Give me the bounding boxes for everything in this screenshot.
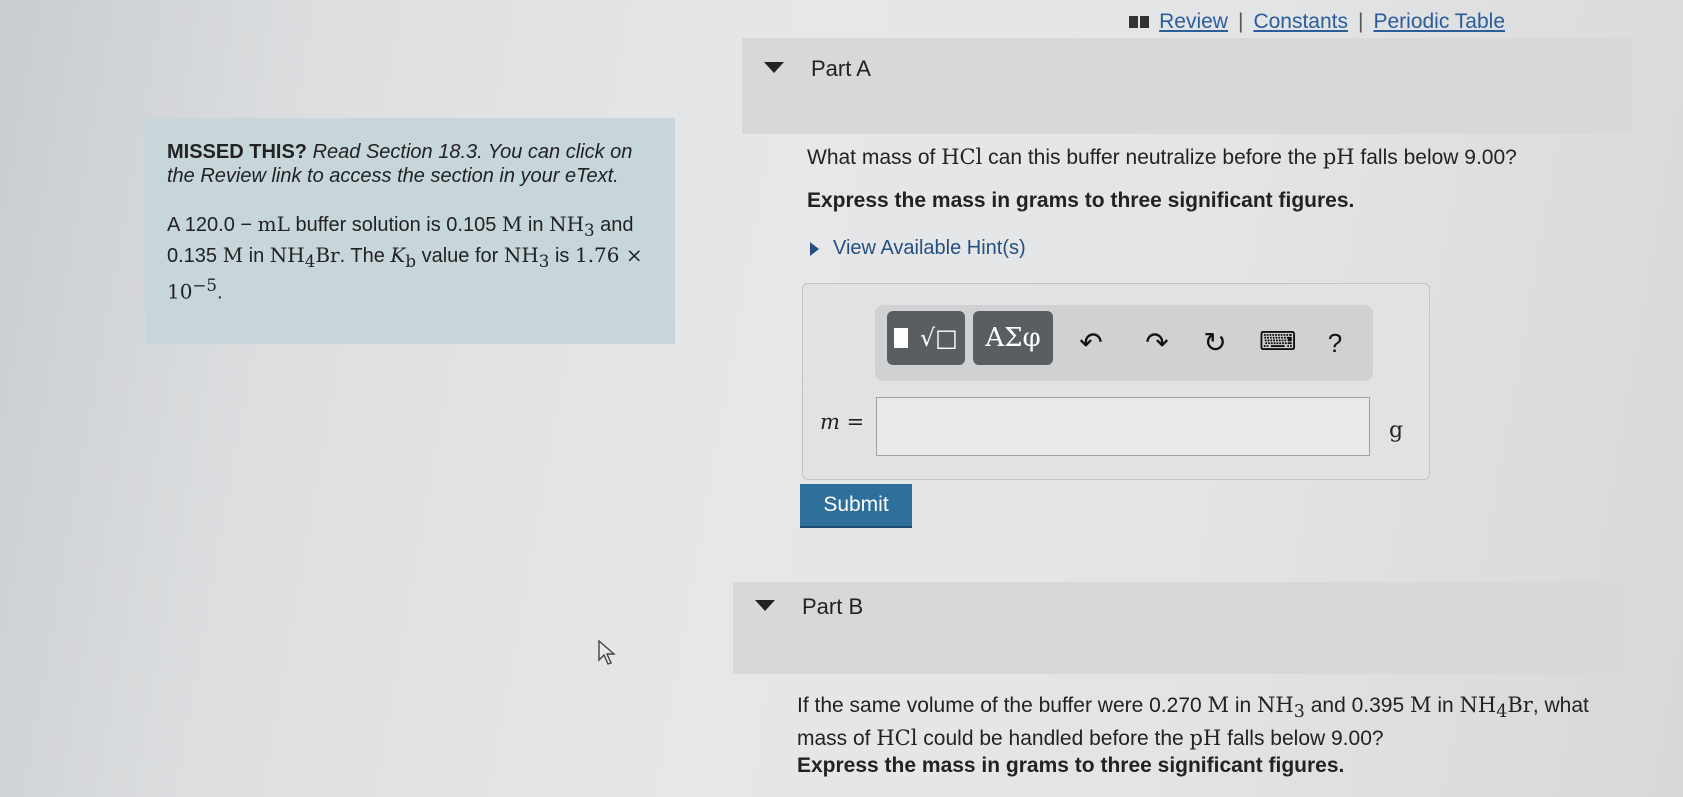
problem-info-box: MISSED THIS? Read Section 18.3. You can … [145, 118, 675, 344]
text: . The [339, 245, 391, 267]
unit-M: M [1207, 693, 1230, 717]
periodic-table-link[interactable]: Periodic Table [1373, 10, 1505, 34]
text: in [1431, 694, 1460, 717]
missed-this-note: MISSED THIS? Read Section 18.3. You can … [167, 140, 653, 188]
problem-statement: A 120.0 − mL buffer solution is 0.105 M … [167, 212, 653, 305]
text: in [243, 245, 270, 267]
formula-NH4Br: NH [1459, 693, 1497, 717]
template-box-icon [894, 328, 909, 348]
sqrt-icon: √□ [912, 324, 958, 352]
greek-symbols-button[interactable]: ΑΣφ [973, 311, 1053, 365]
answer-variable-label: m = [820, 410, 865, 434]
unit-M: M [1409, 693, 1432, 717]
view-hints-label: View Available Hint(s) [833, 237, 1026, 259]
part-a-instruction: Express the mass in grams to three signi… [807, 189, 1355, 212]
reset-icon[interactable]: ↻ [1198, 326, 1232, 359]
resource-links: Review | Constants | Periodic Table [1129, 10, 1505, 34]
text: . [217, 281, 223, 304]
text: What mass of [807, 146, 942, 169]
keyboard-icon[interactable]: ⌨ [1259, 326, 1297, 357]
view-hints-toggle[interactable]: View Available Hint(s) [810, 237, 1026, 260]
undo-icon[interactable]: ↶ [1074, 326, 1108, 359]
part-a-header[interactable] [742, 38, 1632, 134]
symbol-pH: pH [1322, 145, 1355, 169]
part-b-question: If the same volume of the buffer were 0.… [797, 692, 1627, 752]
part-a-title: Part A [811, 56, 871, 81]
text: in [522, 214, 550, 236]
subscript: 4 [304, 252, 316, 271]
part-b-title: Part B [802, 594, 864, 619]
text: can this buffer neutralize before the [982, 146, 1323, 169]
help-icon[interactable]: ? [1318, 328, 1352, 359]
book-icon [1129, 16, 1150, 28]
text: falls below 9.00? [1221, 727, 1384, 751]
text: If the same volume of the buffer were 0.… [797, 694, 1208, 717]
collapse-caret-icon[interactable] [755, 600, 775, 611]
link-separator: | [1358, 10, 1364, 33]
redo-icon[interactable]: ↷ [1140, 326, 1174, 359]
formula-HCl: HCl [876, 726, 918, 751]
symbol-K: K [390, 243, 406, 267]
symbol-pH: pH [1189, 726, 1222, 751]
text: falls below 9.00? [1354, 146, 1517, 169]
formula-NH3: NH [1257, 693, 1294, 717]
unit-mL: mL [257, 212, 290, 236]
text: value for [416, 245, 504, 267]
formula-NH3: NH [549, 212, 585, 236]
unit-M: M [222, 243, 244, 267]
mouse-cursor-icon [598, 640, 616, 665]
answer-unit: g [1389, 418, 1404, 443]
formula-NH4Br: NH [269, 243, 305, 267]
exponent: −5 [192, 276, 218, 295]
formula-Br: Br [315, 243, 340, 267]
submit-button[interactable]: Submit [800, 484, 912, 528]
formula-Br: Br [1507, 693, 1533, 717]
templates-button[interactable]: √□ [887, 311, 965, 365]
subscript: 3 [584, 221, 595, 240]
text: is [549, 245, 575, 267]
text: A 120.0 − [167, 214, 258, 236]
formula-NH3: NH [503, 243, 539, 267]
subscript: 3 [1293, 702, 1305, 723]
missed-this-label: MISSED THIS? [167, 141, 308, 163]
expand-triangle-icon [810, 241, 819, 256]
mass-answer-input[interactable] [876, 397, 1370, 456]
subscript: b [405, 252, 417, 271]
part-b-instruction: Express the mass in grams to three signi… [797, 754, 1345, 777]
collapse-caret-icon[interactable] [764, 62, 784, 73]
constants-link[interactable]: Constants [1253, 10, 1348, 34]
text: and 0.395 [1304, 694, 1410, 717]
text: in [1229, 694, 1258, 717]
part-b-header[interactable] [733, 582, 1623, 674]
text: could be handled before the [917, 727, 1190, 751]
text: buffer solution is 0.105 [289, 214, 502, 236]
subscript: 3 [538, 252, 550, 271]
review-link[interactable]: Review [1159, 10, 1228, 34]
subscript: 4 [1496, 702, 1508, 723]
part-a-question: What mass of HCl can this buffer neutral… [807, 145, 1517, 170]
unit-M: M [501, 212, 523, 236]
link-separator: | [1237, 10, 1244, 33]
formula-HCl: HCl [941, 145, 983, 169]
